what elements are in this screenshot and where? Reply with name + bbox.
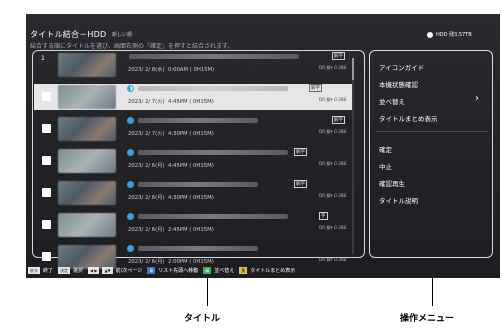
select-checkbox[interactable] [42, 252, 51, 261]
title-thumbnail [58, 85, 116, 109]
program-title-blurred [138, 214, 288, 219]
callout-line-title [207, 278, 208, 306]
title-thumbnail [58, 213, 116, 237]
recording-date: 2023/ 2/ 8(水) 0:00AM ( 0H15M) [128, 67, 215, 73]
menu-item[interactable]: 確定 [379, 144, 392, 154]
program-title-blurred [138, 86, 288, 91]
caption-badge: 解字 [332, 116, 345, 124]
key-guide-label: 前/次ページ [115, 268, 143, 274]
page-title: タイトル結合－HDD [30, 30, 107, 39]
storage-remaining: HDD 残3.57TB [436, 32, 472, 38]
callout-line-menu [432, 278, 433, 306]
chevron-right-icon: › [475, 93, 479, 104]
title-list-row[interactable]: 解字 2023/ 2/ 8(水) 0:00AM ( 0H15M) DR 解ﾁ 0.3… [34, 52, 352, 78]
remote-key-icon: 青 [147, 267, 156, 274]
caption-badge: 解字 [332, 52, 345, 60]
remote-key-icon: 決定 [58, 267, 71, 274]
title-thumbnail [58, 149, 116, 173]
key-guide-label: タイトルまとめ表示 [250, 268, 296, 274]
button-guide-bar: 戻る 終了 決定 選択 ◀ ▶ ▲▼ 前/次ページ青リスト先頭へ移動緑並べ替え黄タイトルまと… [28, 266, 297, 275]
program-title-blurred [129, 54, 299, 59]
title-list-row[interactable]: 解字 2023/ 2/ 7(火) 4:45PM ( 0H15M) DR 解ﾁ 0.3… [34, 84, 352, 110]
recording-mode: DR 解ﾁ 0.30B [319, 129, 347, 134]
title-list-row[interactable]: 解字 2023/ 2/ 6(月) 4:30PM ( 0H15M) DR 解ﾁ 0.3… [34, 180, 352, 206]
title-list-row[interactable]: 解字 2023/ 2/ 6(月) 4:45PM ( 0H15M) DR 解ﾁ 0.3… [34, 148, 352, 174]
menu-item[interactable]: 確認再生 [379, 178, 405, 188]
title-list-row[interactable]: 解字 2023/ 2/ 7(火) 4:30PM ( 0H15M) DR 解ﾁ 0.3… [34, 116, 352, 142]
menu-item[interactable]: アイコンガイド [379, 62, 424, 72]
key-guide-label: リスト先頭へ移動 [158, 268, 199, 274]
remote-key-icon: ▲▼ [102, 267, 113, 274]
menu-item[interactable]: 本機状態確認 [379, 79, 418, 89]
recording-date: 2023/ 2/ 7(火) 4:30PM ( 0H15M) [128, 131, 214, 137]
caption-badge: 字 [319, 212, 328, 220]
callout-title-label: タイトル [184, 314, 221, 324]
menu-item[interactable]: 並べ替え [379, 96, 405, 106]
title-thumbnail [58, 53, 116, 77]
recording-mode: DR 解ﾁ 0.30B [319, 65, 347, 70]
caption-badge: 解字 [309, 84, 322, 92]
scrollbar-thumb[interactable] [352, 58, 354, 80]
caption-badge: 解字 [294, 180, 307, 188]
unwatched-icon [127, 181, 134, 188]
recording-date: 2023/ 2/ 6(月) 4:45PM ( 0H15M) [128, 163, 214, 169]
instruction-text: 結合する順にタイトルを選び、画面右側の「確定」を押すと結合されます。 [30, 43, 234, 50]
hdd-icon [427, 31, 433, 38]
unwatched-icon [127, 149, 134, 156]
recording-mode: DR 解ﾁ 0.30B [319, 161, 347, 166]
unwatched-icon [127, 85, 134, 92]
recording-date: 2023/ 2/ 6(月) 2:45PM ( 0H15M) [128, 227, 214, 233]
recording-date: 2023/ 2/ 7(火) 4:45PM ( 0H15M) [128, 99, 214, 105]
title-list-row[interactable]: 字 2023/ 2/ 6(月) 2:45PM ( 0H15M) DR 解ﾁ 0.30… [34, 212, 352, 238]
menu-separator [376, 131, 488, 132]
recording-mode: DR 解ﾁ 0.30B [319, 97, 347, 102]
menu-item[interactable]: タイトルまとめ表示 [379, 113, 438, 123]
callout-menu-label: 操作メニュー [400, 314, 455, 324]
key-guide-label: 並べ替え [214, 268, 235, 274]
unwatched-icon [127, 117, 134, 124]
select-checkbox[interactable] [42, 220, 51, 229]
remote-key-icon: 緑 [203, 267, 212, 274]
key-guide-label: 選択 [73, 268, 84, 274]
select-checkbox[interactable] [42, 92, 51, 101]
select-checkbox[interactable] [42, 188, 51, 197]
recording-mode: DR 解ﾁ 0.30B [319, 257, 347, 262]
recording-mode: DR 解ﾁ 0.30B [319, 225, 347, 230]
key-guide-label: 終了 [43, 268, 54, 274]
select-checkbox[interactable] [42, 156, 51, 165]
unwatched-icon [127, 245, 134, 252]
recording-date: 2023/ 2/ 6(月) 2:00PM ( 0H15M) [128, 259, 214, 265]
title-thumbnail [58, 181, 116, 205]
scrollbar[interactable] [352, 58, 354, 254]
caption-badge: 解字 [294, 148, 307, 156]
program-title-blurred [138, 246, 258, 251]
sort-order-label: 新しい順 [112, 32, 133, 38]
remote-key-icon: 戻る [28, 267, 40, 274]
menu-item[interactable]: タイトル説明 [379, 195, 418, 205]
program-title-blurred [138, 150, 288, 155]
recording-date: 2023/ 2/ 6(月) 4:30PM ( 0H15M) [128, 195, 214, 201]
unwatched-icon [127, 213, 134, 220]
menu-item[interactable]: 中止 [379, 161, 392, 171]
select-checkbox[interactable] [42, 124, 51, 133]
program-title-blurred [138, 182, 258, 187]
program-title-blurred [138, 118, 258, 123]
remote-key-icon: 黄 [239, 267, 248, 274]
storage-info: HDD 残3.57TB [427, 31, 472, 38]
title-thumbnail [58, 117, 116, 141]
remote-key-icon: ◀ ▶ [88, 267, 100, 274]
recording-mode: DR 解ﾁ 0.30B [319, 193, 347, 198]
